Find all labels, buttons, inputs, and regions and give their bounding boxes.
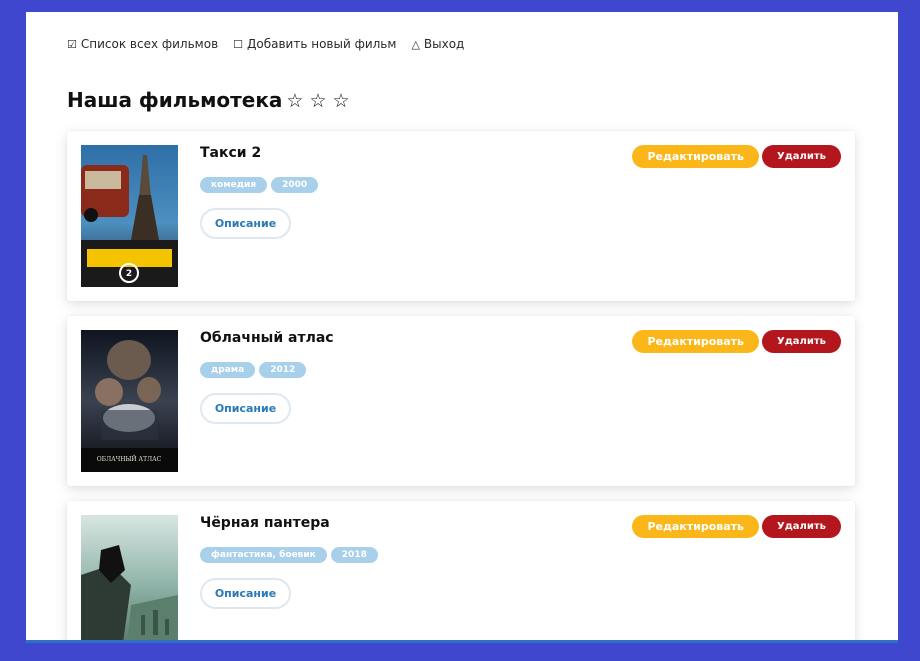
page-container: ☑ Список всех фильмов ☐ Добавить новый ф…	[26, 12, 898, 640]
movie-tags: фантастика, боевик 2018	[200, 547, 378, 563]
movie-poster: ОБЛАЧНЫЙ АТЛАС	[81, 330, 178, 472]
genre-tag: драма	[200, 362, 256, 378]
movie-title: Облачный атлас	[200, 330, 334, 346]
nav-item-logout[interactable]: △ Выход	[411, 37, 464, 51]
description-button[interactable]: Описание	[200, 208, 291, 239]
description-button[interactable]: Описание	[200, 578, 291, 609]
top-nav: ☑ Список всех фильмов ☐ Добавить новый ф…	[67, 37, 464, 51]
movie-title: Чёрная пантера	[200, 515, 330, 531]
description-button[interactable]: Описание	[200, 393, 291, 424]
nav-item-label: Список всех фильмов	[80, 37, 219, 51]
movie-card: ОБЛАЧНЫЙ АТЛАС Облачный атлас драма 2012…	[67, 316, 855, 486]
bottom-accent-bar	[26, 640, 898, 643]
delete-button[interactable]: Удалить	[762, 145, 841, 168]
edit-button[interactable]: Редактировать	[632, 515, 760, 538]
movie-poster	[81, 515, 178, 640]
movie-title: Такси 2	[200, 145, 262, 161]
nav-item-add-movie[interactable]: ☐ Добавить новый фильм	[233, 37, 396, 51]
poster-caption: ОБЛАЧНЫЙ АТЛАС	[97, 455, 162, 463]
movie-tags: комедия 2000	[200, 177, 319, 193]
edit-button[interactable]: Редактировать	[632, 330, 760, 353]
genre-tag: комедия	[200, 177, 268, 193]
movie-tags: драма 2012	[200, 362, 307, 378]
movie-list: 2 Такси 2 комедия 2000 Описание Редактир…	[67, 131, 855, 640]
checkbox-empty-icon: ☐	[233, 37, 244, 51]
delete-button[interactable]: Удалить	[762, 330, 841, 353]
nav-item-label: Добавить новый фильм	[247, 37, 397, 51]
card-actions: Редактировать Удалить	[632, 515, 841, 538]
nav-item-label: Выход	[423, 37, 465, 51]
edit-button[interactable]: Редактировать	[632, 145, 760, 168]
triangle-icon: △	[411, 37, 420, 51]
svg-text:2: 2	[126, 269, 132, 279]
nav-item-movie-list[interactable]: ☑ Список всех фильмов	[67, 37, 218, 51]
delete-button[interactable]: Удалить	[762, 515, 841, 538]
checkbox-checked-icon: ☑	[67, 37, 77, 51]
movie-poster: 2	[81, 145, 178, 287]
year-tag: 2000	[271, 177, 319, 193]
page-title: Наша фильмотека ☆ ☆ ☆	[67, 88, 350, 112]
movie-card: Чёрная пантера фантастика, боевик 2018 О…	[67, 501, 855, 640]
card-actions: Редактировать Удалить	[632, 145, 841, 168]
page-title-text: Наша фильмотека	[67, 88, 283, 112]
card-actions: Редактировать Удалить	[632, 330, 841, 353]
genre-tag: фантастика, боевик	[200, 547, 327, 563]
star-icons: ☆ ☆ ☆	[286, 90, 350, 112]
movie-card: 2 Такси 2 комедия 2000 Описание Редактир…	[67, 131, 855, 301]
year-tag: 2012	[259, 362, 307, 378]
year-tag: 2018	[330, 547, 378, 563]
